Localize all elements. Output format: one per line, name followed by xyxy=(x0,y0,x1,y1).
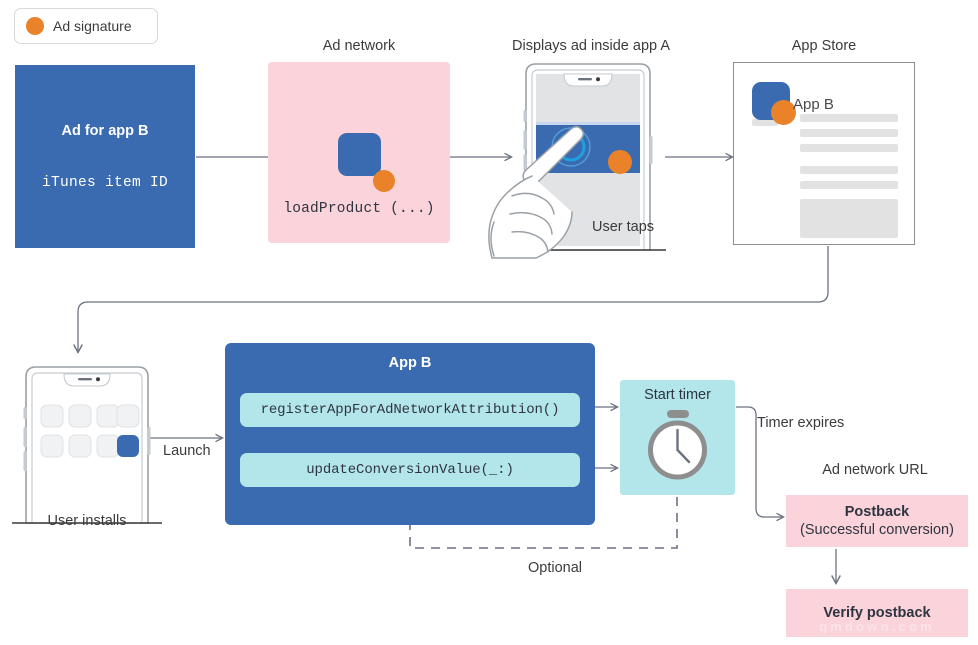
ad-network-caption: Ad network xyxy=(322,38,396,54)
ad-box-subtitle: iTunes item ID xyxy=(41,174,169,191)
start-timer-box: Start timer xyxy=(620,380,735,495)
skeleton-line xyxy=(800,114,898,122)
api-register-app-for-ad-network-attribution[interactable]: registerAppForAdNetworkAttribution() xyxy=(240,393,580,427)
skeleton-line xyxy=(800,181,898,189)
diagram-canvas: Ad signature Ad for app B iTunes item ID… xyxy=(0,0,978,645)
app-store-app-name: App B xyxy=(793,96,834,113)
hand-tapping-icon xyxy=(488,126,584,259)
skeleton-line xyxy=(800,166,898,174)
skeleton-line xyxy=(800,129,898,137)
legend-label: Ad signature xyxy=(53,18,132,34)
legend-ad-signature: Ad signature xyxy=(14,8,158,44)
timer-expires-label: Timer expires xyxy=(757,415,845,431)
launch-label: Launch xyxy=(163,443,211,459)
app-b-title: App B xyxy=(388,355,432,371)
stopwatch-icon xyxy=(648,410,707,480)
phone-home-screen xyxy=(12,366,162,524)
user-taps-caption: User taps xyxy=(592,219,655,235)
skeleton-line xyxy=(800,144,898,152)
api-update-conversion-value[interactable]: updateConversionValue(_:) xyxy=(240,453,580,487)
ad-for-app-b-box: Ad for app B iTunes item ID xyxy=(15,65,195,248)
watermark: qmdown.com xyxy=(819,619,935,634)
start-timer-title: Start timer xyxy=(644,387,711,403)
orange-circle-icon xyxy=(373,170,395,192)
app-icon-blue xyxy=(338,133,381,176)
ad-box-title: Ad for app B xyxy=(61,122,149,139)
load-product-code: loadProduct (...) xyxy=(283,201,435,217)
postback-subtitle: (Successful conversion) xyxy=(800,522,954,538)
skeleton-block xyxy=(800,199,898,238)
orange-circle-icon xyxy=(26,17,44,35)
displays-ad-caption: Displays ad inside app A xyxy=(512,38,670,54)
app-b-box: App B registerAppForAdNetworkAttribution… xyxy=(225,343,595,525)
app-store-caption: App Store xyxy=(791,38,857,54)
optional-label: Optional xyxy=(528,560,583,576)
user-installs-caption: User installs xyxy=(47,513,127,529)
postback-box: Postback (Successful conversion) xyxy=(786,495,968,547)
ad-network-url-caption: Ad network URL xyxy=(822,462,928,478)
postback-title: Postback xyxy=(844,503,910,520)
